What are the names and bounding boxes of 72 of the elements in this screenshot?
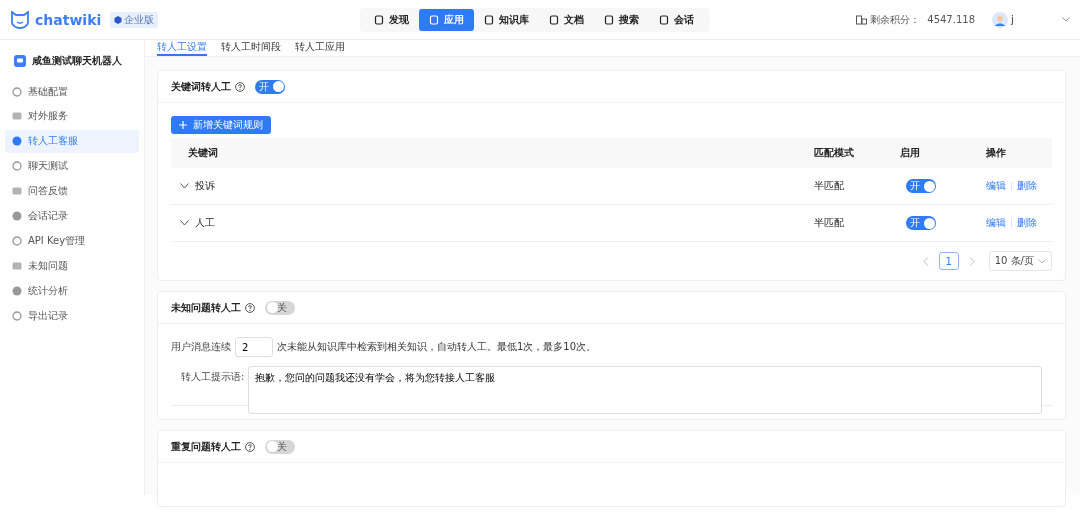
prompt-textarea[interactable]: 抱歉，您问的问题我还没有学会，将为您转接人工客服	[248, 366, 1042, 414]
chevron-down-icon[interactable]	[180, 183, 189, 189]
keyword-cell: 投诉	[195, 179, 215, 193]
add-rule-button[interactable]: 新增关键词规则	[171, 116, 271, 134]
section-title: 重复问题转人工	[171, 439, 241, 454]
section-title: 未知问题转人工	[171, 300, 241, 315]
sidebar-item[interactable]: 基础配置	[5, 80, 139, 103]
cat-logo-icon	[10, 10, 30, 29]
help-icon[interactable]	[235, 81, 245, 92]
wallet-icon	[856, 14, 868, 25]
toggle-switch[interactable]: 开	[255, 79, 285, 94]
credits-label: 剩余积分：	[870, 12, 921, 27]
field-label: 用户消息连续	[171, 340, 231, 354]
tab[interactable]: 转人工应用	[295, 40, 345, 56]
logo-text: chatwiki	[35, 11, 102, 28]
page-size-select[interactable]: 10 条/页	[988, 251, 1052, 271]
column-header: 匹配模式	[814, 147, 854, 158]
sidebar-item[interactable]: 会话记录	[5, 204, 139, 228]
sidebar-item[interactable]: 聊天测试	[5, 154, 139, 178]
sidebar-item[interactable]: API Key管理	[5, 229, 139, 253]
credits-value: 4547.118	[927, 14, 975, 25]
avatar-icon[interactable]	[992, 11, 1008, 28]
match-mode-cell: 半匹配	[814, 180, 844, 191]
action-link[interactable]: 编辑	[986, 179, 1006, 193]
help-icon[interactable]	[245, 441, 255, 452]
plus-icon	[179, 121, 187, 129]
robot-icon	[14, 55, 26, 67]
nav-icon	[374, 14, 384, 25]
sidebar-item[interactable]: 问答反馈	[5, 179, 139, 203]
chevron-down-icon[interactable]	[1062, 17, 1070, 22]
match-mode-cell: 半匹配	[814, 217, 844, 228]
edition-label: 企业版	[124, 12, 155, 27]
nav-icon	[549, 14, 559, 25]
nav-icon	[429, 14, 439, 25]
count-hint: 次未能从知识库中检索到相关知识，自动转人工。最低1次，最多10次。	[277, 340, 597, 354]
nav-tab[interactable]: 知识库	[474, 8, 539, 31]
column-header: 关键词	[188, 146, 218, 160]
toggle-switch[interactable]: 关	[265, 439, 295, 454]
nav-tab[interactable]: 搜索	[594, 8, 649, 31]
nav-tab[interactable]: 应用	[419, 8, 474, 31]
tab[interactable]: 转人工设置	[157, 40, 207, 56]
nav-icon	[604, 14, 614, 25]
user-name[interactable]: j	[1011, 14, 1059, 25]
keyword-cell: 人工	[195, 216, 215, 230]
toggle-switch[interactable]: 关	[265, 300, 295, 315]
sidebar-item[interactable]: 未知问题	[5, 254, 139, 278]
sidebar-item[interactable]: 导出记录	[5, 304, 139, 327]
tab[interactable]: 转人工时间段	[221, 40, 281, 56]
robot-name: 咸鱼测试聊天机器人	[32, 54, 122, 68]
column-header: 启用	[900, 147, 920, 158]
field-label: 转人工提示语:	[181, 370, 245, 384]
toggle-switch[interactable]: 开	[906, 216, 936, 230]
sidebar-item[interactable]: 转人工客服	[5, 129, 139, 153]
action-link[interactable]: 编辑	[986, 216, 1006, 230]
toggle-switch[interactable]: 开	[906, 179, 936, 193]
nav-tab[interactable]: 文档	[539, 8, 594, 31]
column-header: 操作	[986, 146, 1006, 160]
chevron-down-icon[interactable]	[180, 220, 189, 226]
hexagon-icon	[114, 15, 123, 24]
sidebar-item[interactable]: 对外服务	[5, 104, 139, 128]
section-title: 关键词转人工	[171, 79, 231, 94]
action-link[interactable]: 删除	[1017, 179, 1037, 193]
nav-tab[interactable]: 发现	[364, 8, 419, 31]
page-button[interactable]: 1	[938, 252, 959, 270]
help-icon[interactable]	[245, 302, 255, 313]
sidebar-item[interactable]: 统计分析	[5, 279, 139, 303]
nav-tab[interactable]: 会话	[649, 8, 704, 31]
nav-icon	[659, 14, 669, 25]
count-input[interactable]: 2	[235, 337, 273, 357]
chevron-down-icon	[1038, 258, 1046, 264]
nav-icon	[484, 14, 494, 25]
action-link[interactable]: 删除	[1017, 216, 1037, 230]
